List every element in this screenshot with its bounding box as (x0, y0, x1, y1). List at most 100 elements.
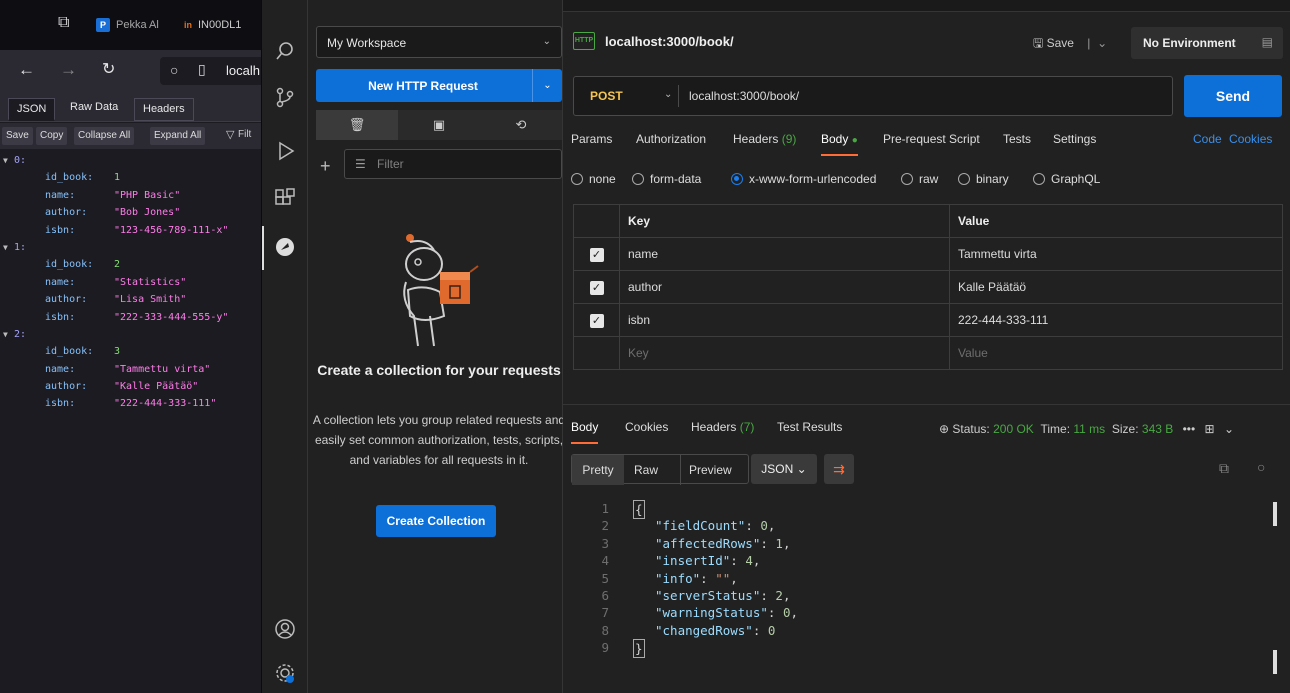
layout-icon[interactable]: ⊞ (1205, 422, 1215, 436)
save-button[interactable]: Save (2, 127, 33, 145)
tab-tests[interactable]: Tests (1003, 132, 1031, 154)
preview-button[interactable]: Preview (680, 455, 732, 485)
filter-label[interactable]: Filt (238, 129, 251, 140)
param-value[interactable]: Tammettu virta (949, 237, 1283, 271)
tab-params[interactable]: Params (571, 132, 612, 154)
trash-icon[interactable]: 🗑 (316, 110, 398, 140)
param-value[interactable]: 222-444-333-111 (949, 303, 1283, 337)
scrollbar-thumb[interactable] (1273, 502, 1277, 526)
add-icon[interactable]: + (320, 156, 331, 177)
filter-input[interactable] (377, 157, 547, 171)
more-icon[interactable]: ••• (1183, 422, 1196, 436)
checkbox-checked-icon[interactable]: ✓ (589, 280, 604, 295)
param-key[interactable]: isbn (619, 303, 950, 337)
tab-pre-request-script[interactable]: Pre-request Script (883, 132, 980, 154)
environment-icon[interactable]: ▣ (398, 110, 480, 140)
tab-response-body[interactable]: Body (571, 420, 599, 444)
new-http-request-button[interactable]: New HTTP Request ⌄ (316, 69, 562, 102)
url-input[interactable] (678, 85, 1158, 107)
forward-icon[interactable]: → (60, 60, 77, 80)
tab-headers[interactable]: Headers (9) (733, 132, 796, 154)
raw-button[interactable]: Raw (634, 455, 658, 485)
environment-quick-look-icon[interactable]: ▤ (1262, 35, 1273, 49)
response-body-code[interactable]: 1{ 2 "fieldCount": 0, 3 "affectedRows": 1,… (563, 500, 1290, 693)
browser-tab-in00dl[interactable]: in IN00DL1 (184, 18, 241, 32)
tab-body[interactable]: Body ● (821, 132, 858, 156)
tab-json[interactable]: JSON (8, 98, 56, 121)
chevron-down-icon: ⌄ (542, 36, 551, 47)
json-node-1[interactable]: ▼ 1: (0, 239, 261, 256)
pretty-button[interactable]: Pretty (572, 455, 624, 485)
account-icon[interactable] (274, 618, 296, 640)
reload-icon[interactable]: ↻ (102, 60, 115, 80)
json-node-0[interactable]: ▼ 0: (0, 152, 261, 169)
new-request-label: New HTTP Request (368, 79, 478, 93)
response-divider[interactable] (563, 404, 1290, 405)
radio-none[interactable]: none (571, 172, 616, 186)
tab-test-results[interactable]: Test Results (777, 420, 842, 442)
run-debug-icon[interactable] (274, 140, 296, 162)
json-row: id_book: 2 (45, 259, 121, 271)
chevron-down-icon[interactable]: ⌄ (1224, 422, 1234, 436)
chevron-down-icon[interactable]: ⌄ (664, 89, 672, 100)
search-icon[interactable]: ○ (1257, 459, 1265, 475)
search-icon[interactable] (274, 40, 296, 62)
save-button[interactable]: 🖫 Save | ⌄ (1033, 34, 1107, 55)
radio-binary[interactable]: binary (958, 172, 1009, 186)
json-node-2[interactable]: ▼ 2: (0, 326, 261, 343)
workspace-select[interactable]: My Workspace ⌄ (316, 26, 562, 58)
git-branch-icon[interactable] (274, 86, 296, 108)
method-select[interactable]: POST (590, 89, 623, 103)
copy-icon[interactable]: ⧉ (1219, 460, 1229, 477)
chevron-down-icon[interactable]: ⌄ (532, 69, 562, 102)
tab-response-headers[interactable]: Headers (7) (691, 420, 754, 442)
copy-button[interactable]: Copy (36, 127, 68, 145)
json-row: isbn: "123-456-789-111-x" (45, 224, 229, 236)
tab-response-cookies[interactable]: Cookies (625, 420, 668, 442)
wrap-lines-icon[interactable]: ⇉ (824, 454, 854, 484)
request-header: HTTP localhost:3000/book/ 🖫 Save | ⌄ No … (563, 24, 1290, 60)
value-column-header: Value (949, 204, 1283, 238)
browser-tab-pekka[interactable]: P Pekka Al (96, 18, 159, 32)
scrollbar-thumb[interactable] (1273, 650, 1277, 674)
json-row: id_book: 3 (45, 346, 121, 358)
tab-settings[interactable]: Settings (1053, 132, 1096, 154)
radio-selected-icon (731, 173, 743, 185)
cookies-link[interactable]: Cookies (1229, 132, 1272, 146)
checkbox-checked-icon[interactable]: ✓ (589, 247, 604, 262)
history-icon[interactable]: ⟲ (480, 110, 562, 140)
code-link[interactable]: Code (1193, 132, 1222, 146)
param-key[interactable]: author (619, 270, 950, 304)
checkbox-checked-icon[interactable]: ✓ (589, 313, 604, 328)
create-collection-button[interactable]: Create Collection (376, 505, 496, 537)
radio-raw[interactable]: raw (901, 172, 938, 186)
request-title[interactable]: localhost:3000/book/ (605, 34, 734, 49)
param-key[interactable]: name (619, 237, 950, 271)
address-bar[interactable]: ○ ▯ localh (160, 57, 261, 85)
send-button[interactable]: Send (1184, 75, 1282, 117)
new-key-input[interactable]: Key (619, 336, 950, 370)
back-icon[interactable]: ← (18, 60, 35, 80)
settings-gear-icon[interactable] (274, 662, 296, 684)
radio-x-www-form-urlencoded[interactable]: x-www-form-urlencoded (731, 172, 876, 186)
new-value-input[interactable]: Value (949, 336, 1283, 370)
status-badge: 200 OK (993, 422, 1034, 436)
collapse-all-button[interactable]: Collapse All (74, 127, 135, 145)
language-select[interactable]: JSON ⌄ (751, 454, 817, 484)
chevron-down-icon[interactable]: | ⌄ (1087, 36, 1107, 50)
param-value[interactable]: Kalle Päätäö (949, 270, 1283, 304)
radio-form-data[interactable]: form-data (632, 172, 701, 186)
postman-icon[interactable] (274, 236, 296, 258)
body-params-table: Key Value ✓ name Tammettu virta ✓ author… (573, 204, 1283, 370)
expand-all-button[interactable]: Expand All (150, 127, 206, 145)
json-row: author: "Bob Jones" (45, 207, 181, 219)
tab-headers[interactable]: Headers (134, 98, 194, 121)
tab-authorization[interactable]: Authorization (636, 132, 706, 154)
radio-graphql[interactable]: GraphQL (1033, 172, 1100, 186)
filter-field[interactable]: ☰ (344, 149, 562, 179)
tab-list-icon[interactable]: ⧉ (58, 14, 69, 32)
radio-circle-icon (1033, 173, 1045, 185)
extensions-icon[interactable] (274, 188, 296, 210)
environment-select[interactable]: No Environment ▤ (1131, 27, 1283, 59)
tab-raw-data[interactable]: Raw Data (62, 97, 126, 120)
